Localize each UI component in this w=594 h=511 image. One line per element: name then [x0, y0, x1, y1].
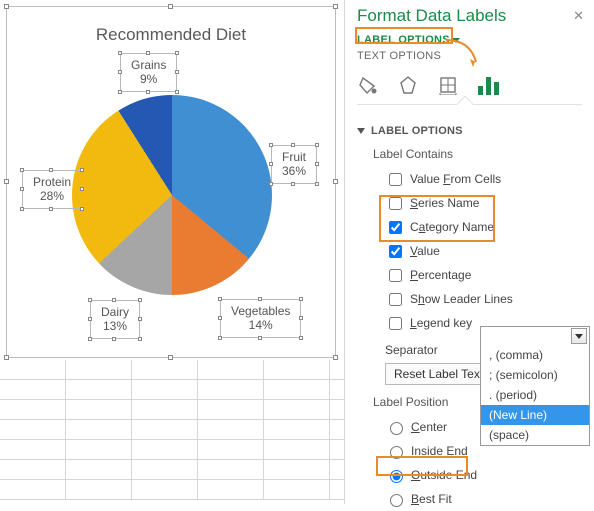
effects-icon[interactable] [397, 74, 419, 96]
pie-chart[interactable] [72, 95, 272, 295]
size-properties-icon[interactable] [437, 74, 459, 96]
radio-outside-end[interactable] [390, 470, 403, 483]
close-icon[interactable]: ✕ [573, 8, 584, 24]
tab-label-options[interactable]: LABEL OPTIONS [357, 34, 460, 48]
data-label-dairy[interactable]: Dairy 13% [90, 300, 140, 339]
chart-options-icon[interactable] [477, 74, 499, 96]
spreadsheet-grid [0, 360, 344, 504]
dropdown-toggle-icon[interactable] [571, 328, 587, 344]
tab-text-options[interactable]: TEXT OPTIONS [357, 50, 441, 64]
separator-dropdown[interactable]: , (comma) ; (semicolon) . (period) (New … [480, 326, 590, 446]
separator-label: Separator [385, 343, 438, 357]
radio-center[interactable] [390, 422, 403, 435]
data-label-vegetables[interactable]: Vegetables 14% [220, 299, 301, 338]
checkbox-value-from-cells[interactable] [389, 173, 402, 186]
data-label-fruit[interactable]: Fruit 36% [271, 145, 317, 184]
checkbox-show-leader-lines[interactable] [389, 293, 402, 306]
data-label-val: 36% [282, 164, 306, 178]
dropdown-item-space[interactable]: (space) [481, 425, 589, 445]
fill-line-icon[interactable] [357, 74, 379, 96]
dropdown-item-semicolon[interactable]: ; (semicolon) [481, 365, 589, 385]
section-label-options[interactable]: LABEL OPTIONS [357, 125, 582, 137]
radio-inside-end[interactable] [390, 446, 403, 459]
reset-label-text-button[interactable]: Reset Label Text [385, 363, 492, 385]
data-label-cat: Fruit [282, 150, 306, 164]
checkbox-legend-key[interactable] [389, 317, 402, 330]
dropdown-item-newline[interactable]: (New Line) [481, 405, 589, 425]
data-label-protein[interactable]: Protein 28% [22, 170, 82, 209]
dropdown-item-period[interactable]: . (period) [481, 385, 589, 405]
data-label-grains[interactable]: Grains 9% [120, 53, 177, 92]
checkbox-value[interactable] [389, 245, 402, 258]
chart-area[interactable]: Recommended Diet Fruit 36% Vegetables 14… [6, 6, 336, 358]
checkbox-percentage[interactable] [389, 269, 402, 282]
panel-title: Format Data Labels [345, 0, 594, 30]
dropdown-item-comma[interactable]: , (comma) [481, 345, 589, 365]
label-contains-header: Label Contains [373, 147, 582, 161]
checkbox-category-name[interactable] [389, 221, 402, 234]
radio-best-fit[interactable] [390, 494, 403, 507]
format-panel: Format Data Labels ✕ LABEL OPTIONS TEXT … [344, 0, 594, 504]
checkbox-series-name[interactable] [389, 197, 402, 210]
chart-title[interactable]: Recommended Diet [7, 25, 335, 45]
